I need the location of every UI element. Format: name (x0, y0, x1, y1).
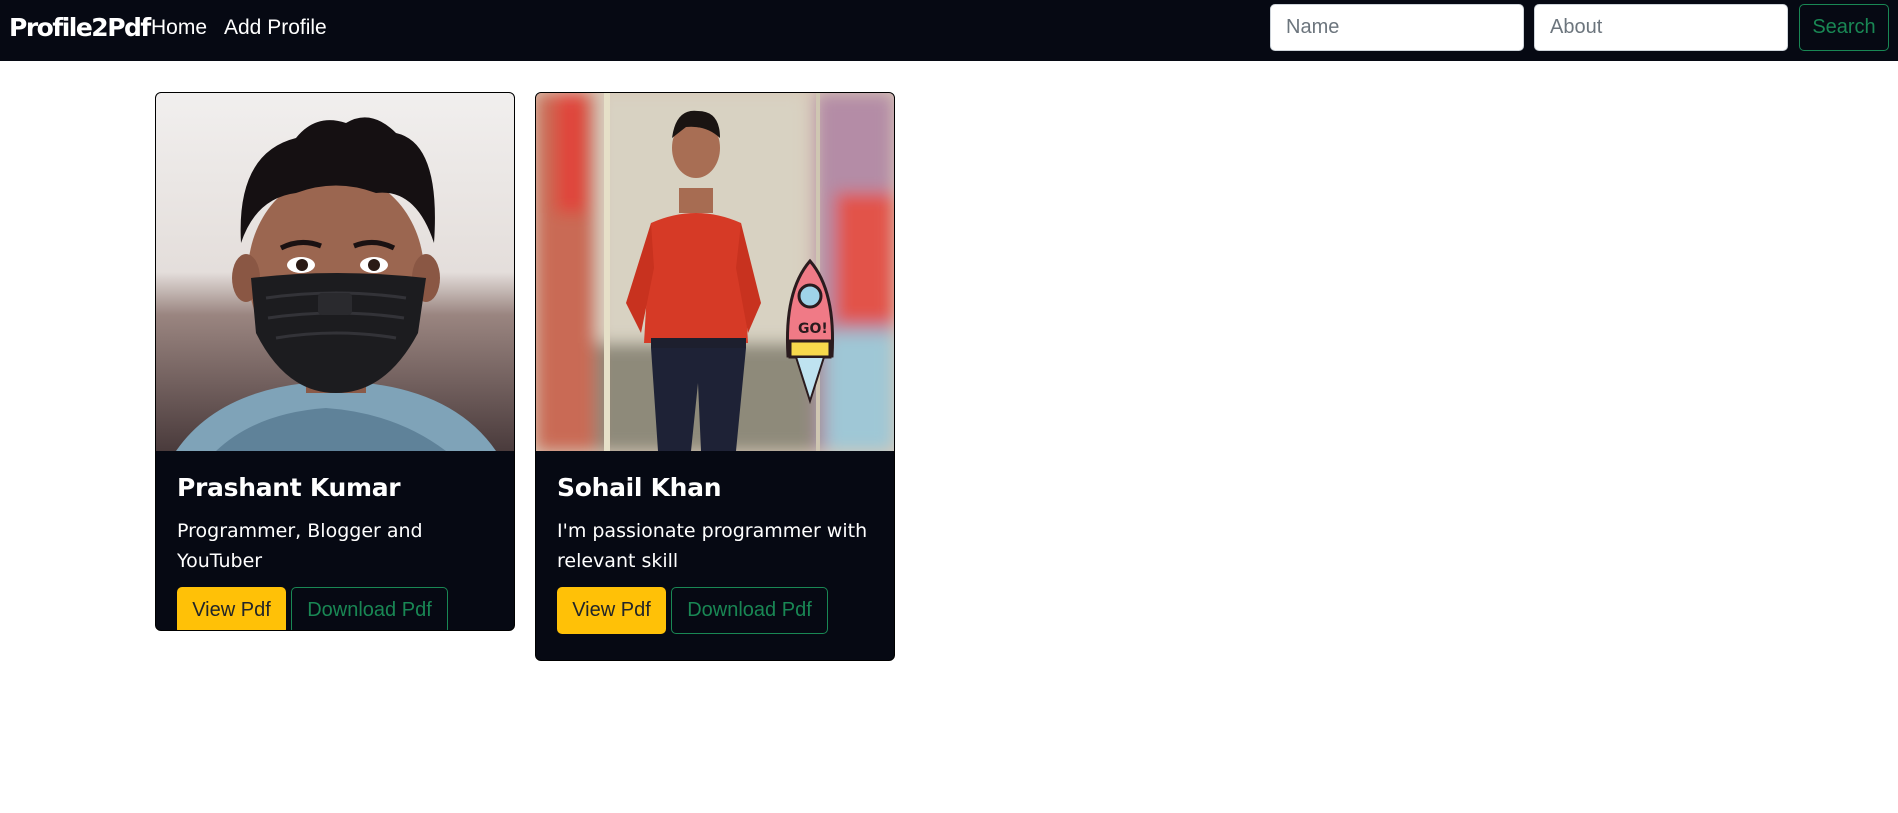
svg-text:GO!: GO! (798, 321, 828, 337)
nav-link-add-profile[interactable]: Add Profile (224, 16, 327, 40)
search-about-input[interactable] (1534, 4, 1788, 51)
download-pdf-button[interactable]: Download Pdf (291, 587, 448, 630)
profile-card: GO! Sohail Khan I'm passionate programme… (535, 92, 895, 661)
profile-name: Sohail Khan (557, 473, 722, 502)
view-pdf-button[interactable]: View Pdf (557, 587, 666, 634)
search-name-input[interactable] (1270, 4, 1524, 51)
card-body: Sohail Khan I'm passionate programmer wi… (536, 451, 894, 654)
profile-about: I'm passionate programmer with relevant … (557, 520, 868, 572)
card-body: Prashant Kumar Programmer, Blogger and Y… (156, 451, 514, 630)
top-navbar: Profile2Pdf Home Add Profile Search (0, 0, 1898, 61)
profile-card: Prashant Kumar Programmer, Blogger and Y… (155, 92, 515, 631)
profile-photo (156, 93, 514, 451)
profile-photo: GO! (536, 93, 894, 451)
brand-logo[interactable]: Profile2Pdf (9, 13, 151, 42)
download-pdf-button[interactable]: Download Pdf (671, 587, 828, 634)
nav-link-home[interactable]: Home (151, 16, 207, 40)
search-button[interactable]: Search (1799, 4, 1889, 51)
profile-about: Programmer, Blogger and YouTuber (177, 520, 423, 572)
card-actions: View Pdf Download Pdf (177, 587, 493, 630)
profile-name: Prashant Kumar (177, 473, 401, 502)
view-pdf-button[interactable]: View Pdf (177, 587, 286, 630)
card-actions: View Pdf Download Pdf (557, 587, 873, 634)
